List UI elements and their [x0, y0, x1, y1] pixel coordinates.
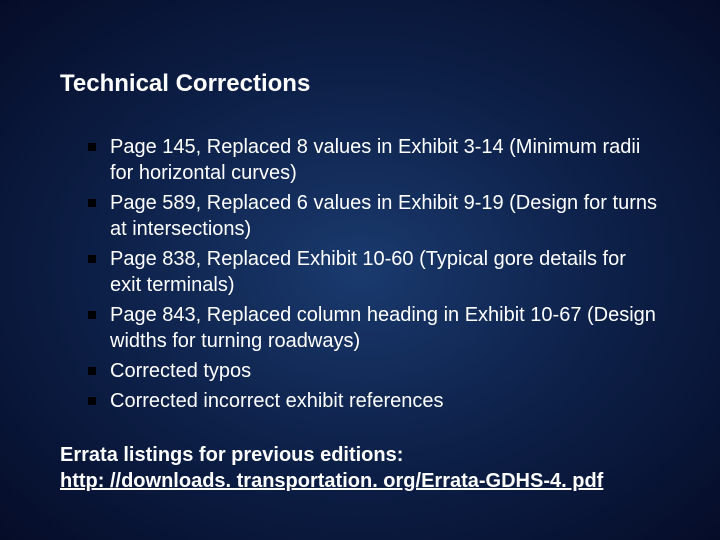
list-item: Page 838, Replaced Exhibit 10-60 (Typica… — [88, 246, 660, 298]
list-item: Page 843, Replaced column heading in Exh… — [88, 302, 660, 354]
footer: Errata listings for previous editions: h… — [60, 442, 660, 494]
bullet-list: Page 145, Replaced 8 values in Exhibit 3… — [60, 134, 660, 414]
footer-label: Errata listings for previous editions: — [60, 442, 660, 468]
errata-link[interactable]: http: //downloads. transportation. org/E… — [60, 468, 660, 494]
list-item: Corrected typos — [88, 358, 660, 384]
slide: Technical Corrections Page 145, Replaced… — [0, 0, 720, 540]
slide-title: Technical Corrections — [60, 70, 660, 98]
list-item: Corrected incorrect exhibit references — [88, 388, 660, 414]
list-item: Page 145, Replaced 8 values in Exhibit 3… — [88, 134, 660, 186]
list-item: Page 589, Replaced 6 values in Exhibit 9… — [88, 190, 660, 242]
